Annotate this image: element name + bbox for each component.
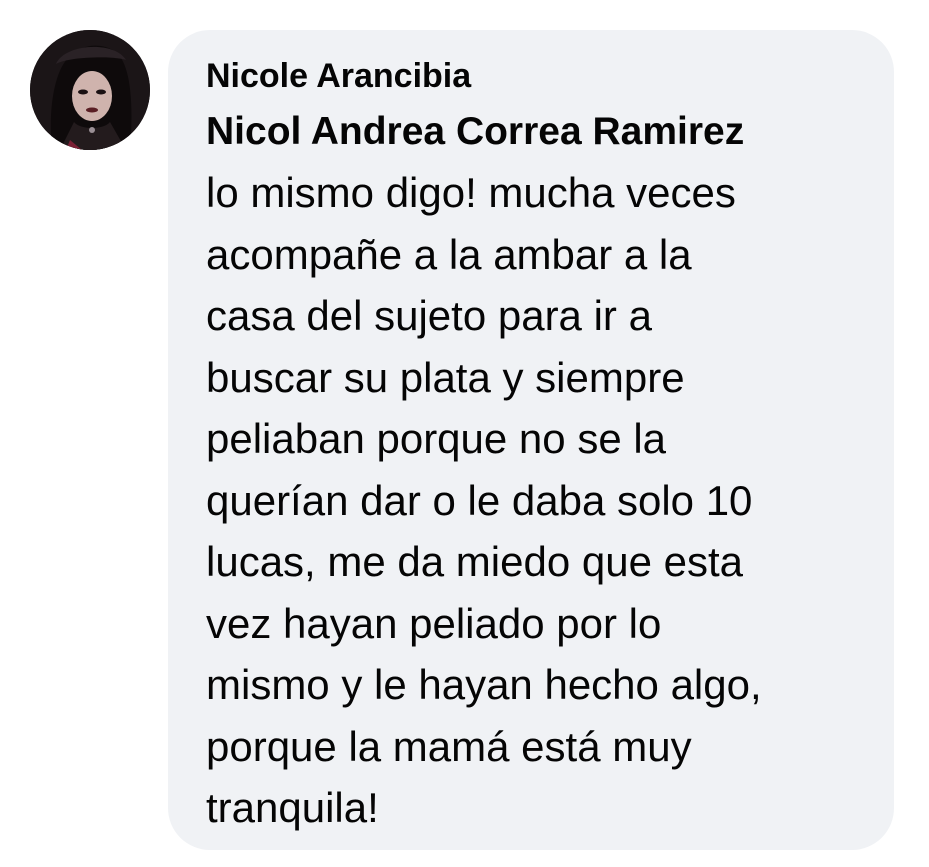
avatar[interactable]	[30, 30, 150, 150]
comment-text-line: buscar su plata y siempre	[206, 353, 685, 401]
avatar-photo-icon	[30, 30, 150, 150]
comment-text-line: querían dar o le daba solo 10	[206, 476, 753, 524]
comment-text-line: peliaban porque no se la	[206, 415, 667, 462]
comment-author-name[interactable]: Nicole Arancibia	[206, 54, 864, 98]
comment-thread: Nicole Arancibia Nicol Andrea Correa Ram…	[0, 0, 929, 867]
comment-text-line: mismo y le hayan hecho algo,	[206, 661, 762, 708]
mentioned-user-tag[interactable]: Nicol Andrea Correa Ramirez	[206, 102, 864, 162]
comment-bubble: Nicole Arancibia Nicol Andrea Correa Ram…	[168, 30, 894, 850]
comment-text-line: lo mismo digo! mucha veces	[206, 169, 736, 216]
comment-text-line: acompañe a la ambar a la	[206, 230, 692, 278]
comment-text-line: casa del sujeto para ir a	[206, 292, 652, 339]
comment-text-line: porque la mamá está muy	[206, 722, 692, 770]
comment-actions-row-cut-off	[206, 852, 766, 867]
comment-text-line: vez hayan peliado por lo	[206, 599, 662, 647]
comment-text-line: tranquila!	[206, 784, 379, 831]
comment-text-line: lucas, me da miedo que esta	[206, 538, 743, 585]
comment-text: lo mismo digo! mucha veces acompañe a la…	[206, 162, 864, 839]
